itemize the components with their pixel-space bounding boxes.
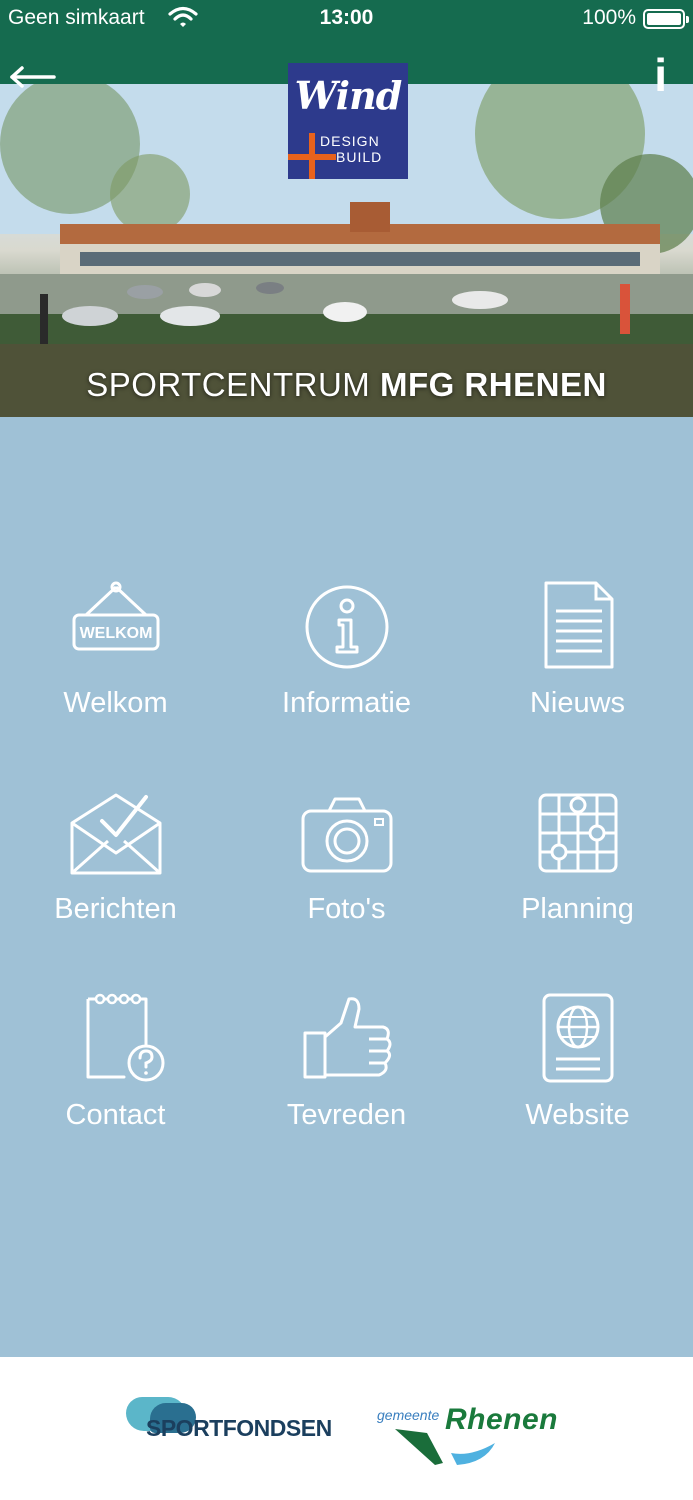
menu-item-welkom[interactable]: WELKOM Welkom [0,577,231,747]
gemeente-label: gemeente [377,1407,440,1423]
menu-item-informatie[interactable]: Informatie [231,577,462,747]
welcome-sign-text: WELKOM [79,625,152,642]
menu-item-tevreden[interactable]: Tevreden [231,989,462,1159]
back-button[interactable] [8,64,58,90]
logo-wind-word: Wind [294,73,403,118]
menu-item-berichten[interactable]: Berichten [0,783,231,953]
thumbs-up-icon [303,997,391,1079]
welcome-sign-icon: WELKOM [72,581,159,651]
menu-grid: WELKOM Welkom Informatie Nieuws Berichte… [0,417,693,1357]
menu-item-planning[interactable]: Planning [462,783,693,953]
battery-percentage: 100% [582,6,636,29]
logo-build-word: BUILD [336,149,383,165]
menu-label-website: Website [525,1099,630,1131]
info-circle-icon [305,585,388,669]
menu-label-fotos: Foto's [307,893,386,925]
logo-design-word: DESIGN [320,133,380,149]
menu-label-welkom: Welkom [63,687,168,719]
arrow-left-icon [10,66,56,88]
sportfondsen-logo[interactable]: SPORTFONDSEN [124,1397,349,1453]
menu-label-tevreden: Tevreden [286,1099,407,1131]
notepad-question-icon [86,993,164,1082]
sportfondsen-wordmark: SPORTFONDSEN [146,1415,332,1441]
menu-label-informatie: Informatie [282,687,411,719]
battery-icon [643,9,689,29]
menu-item-contact[interactable]: Contact [0,989,231,1159]
envelope-check-icon [70,793,161,875]
gemeente-rhenen-logo[interactable]: gemeente Rhenen [375,1403,575,1473]
info-button[interactable]: i [654,52,667,98]
rhenen-river-icon [395,1429,495,1465]
menu-label-berichten: Berichten [54,893,177,925]
hero-title: SPORTCENTRUM MFG RHENEN [86,366,607,403]
menu-label-contact: Contact [65,1099,166,1131]
planning-grid-icon [538,793,617,873]
menu-label-nieuws: Nieuws [529,687,626,719]
globe-icon [542,993,613,1083]
menu-item-website[interactable]: Website [462,989,693,1159]
document-icon [544,581,613,669]
wind-design-build-logo: Wind DESIGN BUILD [288,63,408,179]
menu-item-fotos[interactable]: Foto's [231,783,462,953]
menu-label-planning: Planning [521,893,634,925]
menu-item-nieuws[interactable]: Nieuws [462,577,693,747]
camera-icon [301,797,392,873]
footer-sponsors: SPORTFONDSEN gemeente Rhenen [0,1357,693,1500]
